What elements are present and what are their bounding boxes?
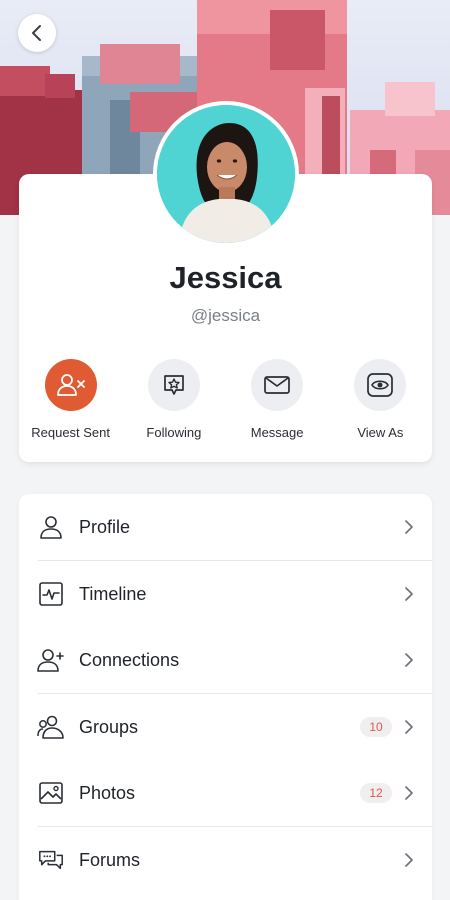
- avatar-photo: [157, 105, 295, 243]
- chevron-right-icon: [402, 520, 416, 534]
- menu-item-photos[interactable]: Photos 12: [19, 760, 432, 826]
- chevron-right-icon: [402, 853, 416, 867]
- profile-handle: @jessica: [190, 306, 261, 325]
- count-badge: 12: [360, 783, 392, 803]
- following-button[interactable]: Following: [122, 359, 225, 440]
- view-as-label: View As: [357, 425, 404, 440]
- menu-item-connections[interactable]: Connections: [19, 627, 432, 693]
- menu-item-label: Forums: [79, 849, 141, 870]
- menu-item-label: Timeline: [79, 583, 147, 604]
- message-label: Message: [250, 425, 304, 440]
- user-x-icon: [44, 359, 97, 411]
- back-button[interactable]: [18, 14, 56, 52]
- request-sent-button[interactable]: Request Sent: [19, 359, 122, 440]
- chevron-left-icon: [32, 25, 41, 41]
- chat-icon: [37, 846, 65, 874]
- envelope-icon: [251, 359, 304, 411]
- users-icon: [37, 713, 65, 741]
- menu-item-groups[interactable]: Groups 10: [19, 694, 432, 760]
- menu-item-label: Photos: [79, 782, 136, 803]
- chevron-right-icon: [402, 786, 416, 800]
- following-label: Following: [146, 425, 202, 440]
- profile-menu: Profile Timeline Connections Groups 10 P…: [19, 494, 432, 900]
- message-button[interactable]: Message: [226, 359, 329, 440]
- menu-item-timeline[interactable]: Timeline: [19, 561, 432, 627]
- menu-item-label: Connections: [79, 649, 180, 670]
- chevron-right-icon: [402, 720, 416, 734]
- view-as-button[interactable]: View As: [329, 359, 432, 440]
- menu-item-label: Profile: [79, 516, 131, 537]
- count-badge: 10: [360, 717, 392, 737]
- profile-actions: Request Sent Following Message View As: [19, 359, 432, 440]
- star-bubble-icon: [147, 359, 200, 411]
- user-icon: [37, 513, 65, 541]
- menu-item-label: Groups: [79, 716, 139, 737]
- profile-name: Jessica: [169, 260, 282, 295]
- menu-item-forums[interactable]: Forums: [19, 827, 432, 893]
- request-sent-label: Request Sent: [31, 425, 111, 440]
- avatar[interactable]: [153, 101, 299, 247]
- chevron-right-icon: [402, 653, 416, 667]
- image-icon: [37, 779, 65, 807]
- menu-item-profile[interactable]: Profile: [19, 494, 432, 560]
- user-plus-icon: [37, 646, 65, 674]
- activity-icon: [37, 580, 65, 608]
- eye-icon: [354, 359, 407, 411]
- chevron-right-icon: [402, 587, 416, 601]
